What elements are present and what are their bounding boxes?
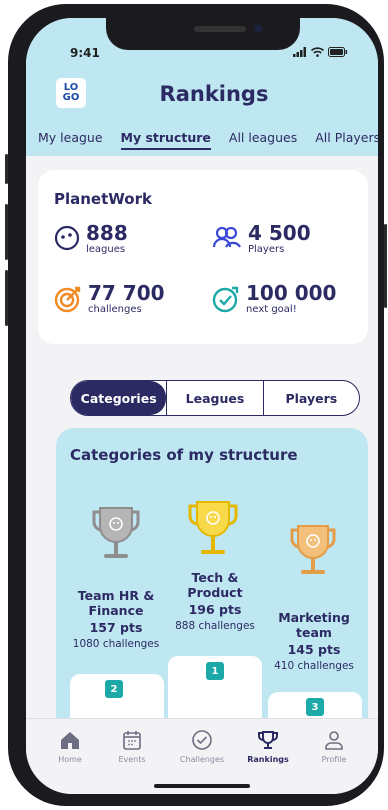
stat-players-value: 4 500 [248, 221, 311, 245]
category-3-points: 145 pts [287, 642, 341, 657]
notch [106, 18, 300, 50]
nav-rankings-label: Rankings [247, 755, 289, 764]
app-screen: 9:41 LO GO Rankings My league My structu… [26, 18, 378, 794]
mute-switch [5, 154, 8, 184]
stat-leagues: 888 leagues [54, 222, 128, 255]
category-1-name: Tech & Product [178, 570, 252, 600]
power-button [384, 224, 387, 308]
segment-categories[interactable]: Categories [71, 381, 167, 415]
segment-leagues[interactable]: Leagues [166, 381, 262, 415]
stat-leagues-label: leagues [86, 244, 126, 255]
category-2-name-line1: Team HR & [77, 588, 155, 603]
category-1-name-line2: Product [187, 585, 243, 600]
players-icon [212, 226, 241, 248]
smile-icon [54, 225, 80, 251]
stat-next-goal-value: 100 000 [246, 281, 337, 305]
stat-challenges-label: challenges [88, 304, 142, 315]
speaker-grille [194, 26, 246, 32]
user-icon [325, 731, 343, 750]
bottom-navigation: Home Events Challenges Rankings Profile [26, 718, 378, 794]
stat-next-goal: 100 000 next goal! [212, 282, 336, 315]
category-3-name-line2: team [296, 625, 332, 640]
signal-icon [293, 47, 306, 57]
category-2-challenges: 1080 challenges [72, 638, 160, 650]
ranking-type-segmented-control: Categories Leagues Players [70, 380, 360, 416]
company-name: PlanetWork [54, 190, 152, 208]
trophy-icon [258, 731, 278, 749]
nav-events-label: Events [118, 755, 146, 764]
ranking-tabs: My league My structure All leagues All P… [38, 130, 378, 150]
category-1-challenges: 888 challenges [175, 620, 255, 632]
tab-all-leagues[interactable]: All leagues [229, 130, 297, 150]
nav-home-label: Home [58, 755, 82, 764]
status-icons [293, 47, 348, 57]
home-indicator[interactable] [154, 784, 250, 788]
category-2-name-line2: Finance [88, 603, 144, 618]
battery-icon [328, 47, 348, 57]
gold-trophy-icon [188, 501, 238, 554]
nav-challenges[interactable]: Challenges [172, 729, 232, 764]
category-3-name: Marketing team [272, 610, 356, 640]
wifi-icon [311, 47, 324, 57]
status-time: 9:41 [70, 46, 100, 60]
category-1-name-line1: Tech & [191, 570, 239, 585]
categories-card: Categories of my structure Team HR & Fin… [56, 428, 368, 748]
volume-up-button [5, 204, 8, 260]
nav-events[interactable]: Events [102, 729, 162, 764]
category-2-points: 157 pts [89, 620, 143, 635]
tab-all-players[interactable]: All Players [315, 130, 378, 150]
silver-trophy-icon [92, 507, 140, 558]
phone-frame: 9:41 LO GO Rankings My league My structu… [5, 4, 387, 806]
page-title: Rankings [159, 82, 269, 106]
home-icon [61, 732, 79, 749]
stat-players: 4 500 Players [212, 222, 311, 255]
category-3-name-line1: Marketing [278, 610, 350, 625]
rank-badge-3: 3 [306, 698, 324, 716]
categories-title: Categories of my structure [70, 446, 298, 464]
category-3-challenges: 410 challenges [274, 660, 354, 672]
stat-challenges: 77 700 challenges [54, 282, 165, 315]
nav-profile-label: Profile [321, 755, 347, 764]
category-2-name: Team HR & Finance [70, 588, 162, 618]
tab-my-league[interactable]: My league [38, 130, 103, 150]
stat-players-label: Players [248, 244, 285, 255]
check-circle-icon [192, 730, 212, 750]
volume-down-button [5, 270, 8, 326]
nav-rankings[interactable]: Rankings [238, 729, 298, 764]
nav-profile[interactable]: Profile [304, 729, 364, 764]
rank-badge-1: 1 [206, 662, 224, 680]
rank-badge-2: 2 [105, 680, 123, 698]
bronze-trophy-icon [290, 525, 336, 574]
nav-home[interactable]: Home [40, 729, 100, 764]
target-icon [54, 286, 81, 313]
stat-challenges-value: 77 700 [88, 281, 165, 305]
segment-players[interactable]: Players [262, 381, 359, 415]
nav-challenges-label: Challenges [179, 755, 225, 764]
camera-icon [254, 25, 262, 33]
goal-check-icon [212, 286, 239, 313]
stat-leagues-value: 888 [86, 221, 128, 245]
structure-summary-card: PlanetWork 888 leagues 4 500 Players 77 [38, 170, 368, 344]
category-1-points: 196 pts [188, 602, 242, 617]
tab-my-structure[interactable]: My structure [120, 130, 211, 150]
stat-next-goal-label: next goal! [246, 304, 297, 315]
calendar-icon [123, 731, 141, 750]
